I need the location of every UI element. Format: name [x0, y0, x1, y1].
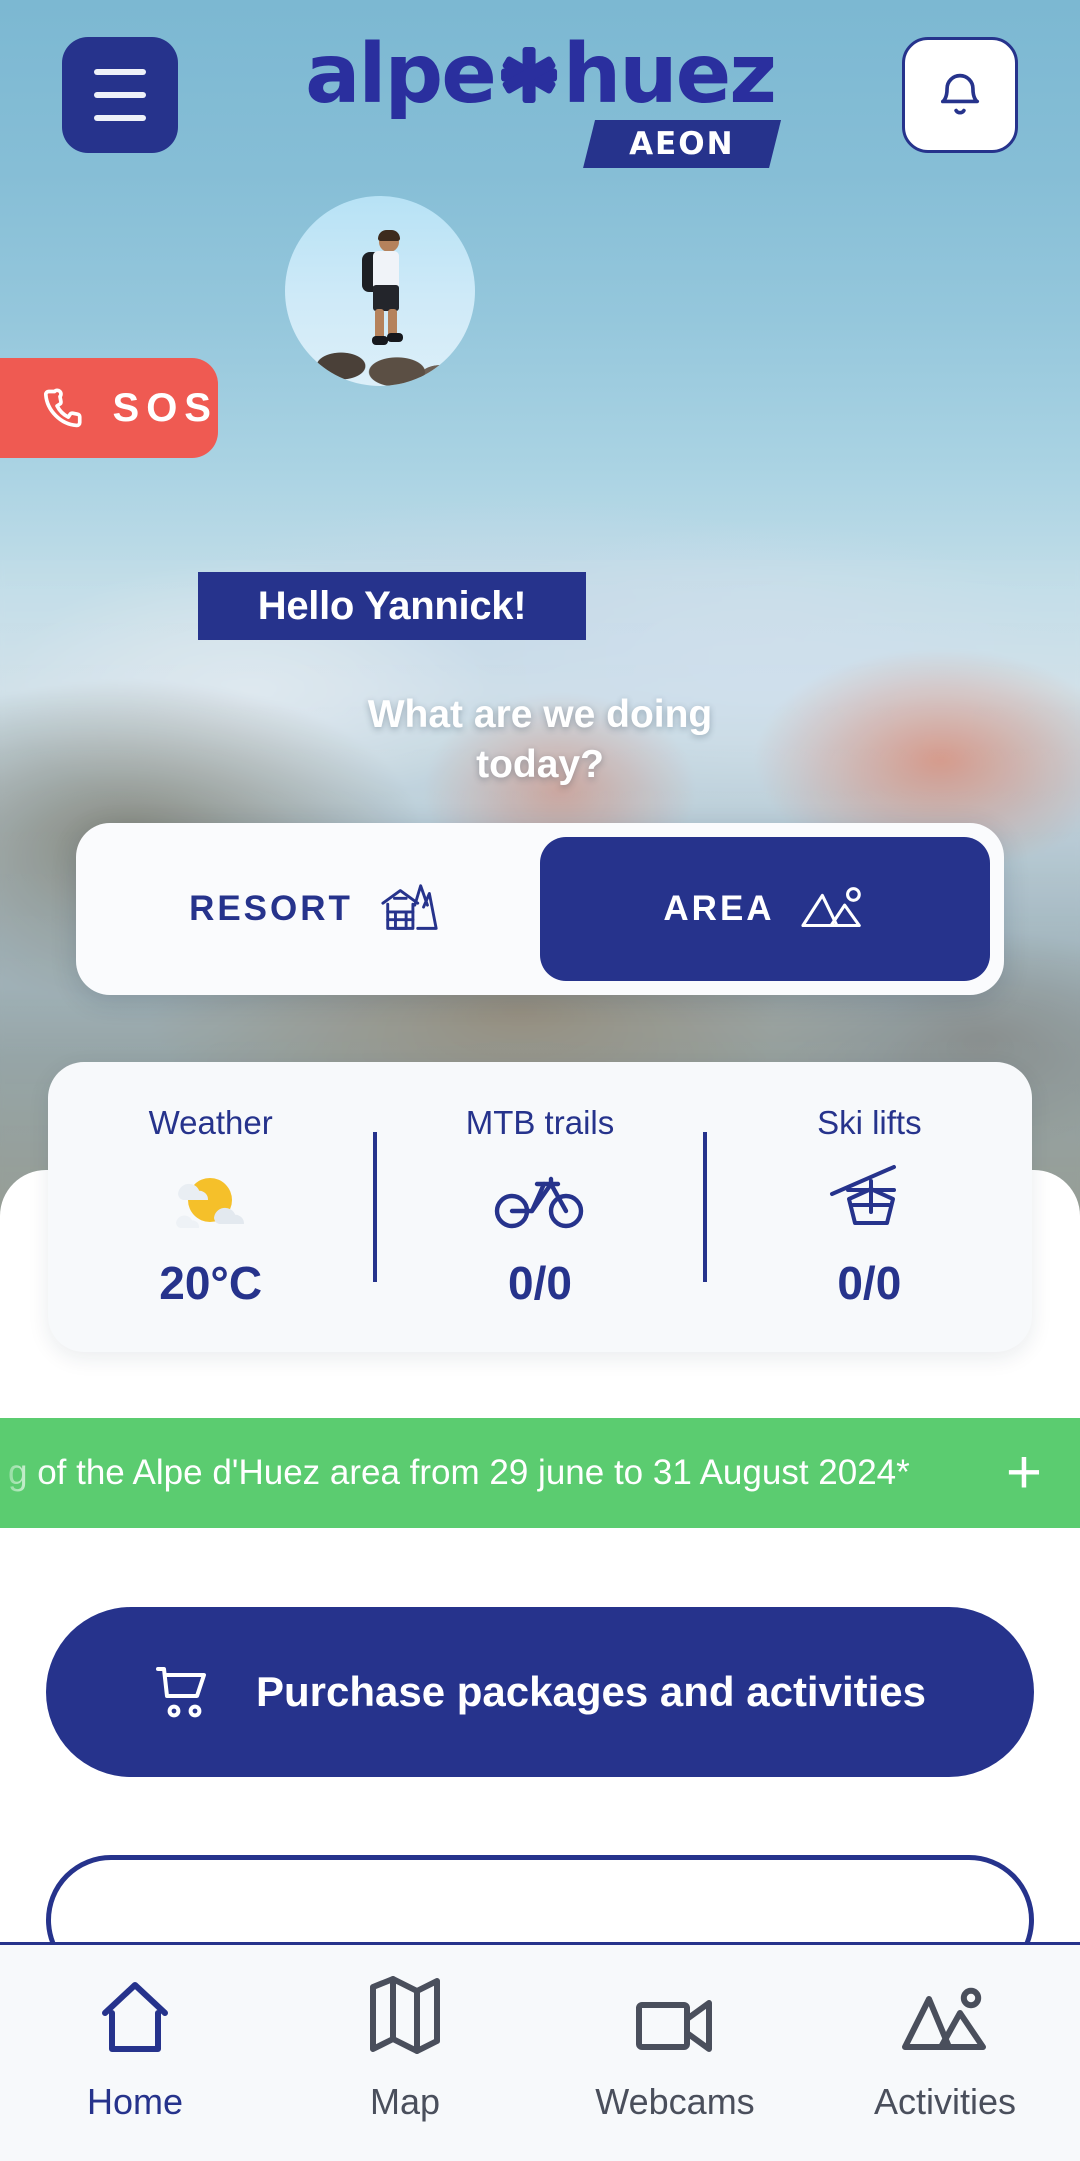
stat-weather-label: Weather — [148, 1104, 273, 1141]
nav-item-activities[interactable]: Activities — [810, 1971, 1080, 2123]
top-bar: alpe huez AEON — [0, 0, 1080, 190]
bicycle-icon — [492, 1162, 588, 1236]
nav-item-home-label: Home — [86, 2081, 184, 2122]
bell-icon — [940, 73, 980, 115]
stat-ski-lifts-label: Ski lifts — [817, 1104, 922, 1141]
segment-resort[interactable]: RESORT — [90, 837, 540, 981]
stat-mtb-value: 0/0 — [508, 1257, 572, 1309]
greeting-banner: Hello Yannick! — [198, 572, 586, 640]
map-icon — [367, 1971, 443, 2057]
info-banner[interactable]: g of the Alpe d'Huez area from 29 june t… — [0, 1418, 1080, 1528]
sun-cloud-icon — [170, 1162, 252, 1236]
home-icon — [93, 1971, 177, 2057]
stat-mtb-label: MTB trails — [465, 1104, 615, 1141]
purchase-button[interactable]: Purchase packages and activities — [46, 1607, 1034, 1777]
video-camera-icon — [633, 1971, 717, 2057]
phone-icon — [43, 388, 82, 428]
bottom-navigation: Home Map Webcams Activities — [0, 1942, 1080, 2161]
hamburger-menu-icon — [94, 92, 146, 98]
logo-badge: AEON — [582, 119, 781, 168]
snowflake-icon — [500, 47, 557, 103]
stat-ski-lifts[interactable]: Ski lifts 0/0 — [707, 1104, 1032, 1310]
resort-area-toggle: RESORT AREA — [76, 823, 1004, 995]
chalet-icon — [381, 884, 438, 930]
question-line-2: today? — [476, 742, 604, 786]
nav-item-map[interactable]: Map — [270, 1971, 540, 2123]
nav-item-webcams-label: Webcams — [595, 2081, 755, 2122]
plus-icon[interactable]: + — [992, 1441, 1056, 1505]
segment-resort-label: RESORT — [189, 889, 353, 928]
nav-item-activities-label: Activities — [873, 2081, 1017, 2122]
nav-item-home[interactable]: Home — [0, 1971, 270, 2123]
stat-ski-lifts-value: 0/0 — [837, 1257, 902, 1309]
avatar[interactable] — [285, 196, 475, 386]
stat-mtb-trails[interactable]: MTB trails 0/0 — [377, 1104, 702, 1310]
greeting-text: Hello Yannick! — [257, 583, 527, 628]
nav-item-map-label: Map — [369, 2081, 441, 2122]
question-line-1: What are we doing — [367, 693, 713, 736]
logo-word-huez: huez — [562, 27, 777, 122]
segment-area[interactable]: AREA — [540, 837, 990, 981]
app-logo[interactable]: alpe huez AEON — [305, 27, 781, 168]
sos-label: SOS — [112, 385, 218, 430]
avatar-hiker — [362, 230, 407, 345]
sos-button[interactable]: SOS — [0, 358, 218, 458]
info-banner-text: g of the Alpe d'Huez area from 29 june t… — [8, 1453, 910, 1492]
gondola-icon — [826, 1162, 912, 1236]
stat-weather[interactable]: Weather 20°C — [48, 1104, 373, 1310]
mountains-icon — [901, 1971, 989, 2057]
logo-badge-label: AEON — [629, 125, 735, 162]
shopping-cart-icon — [155, 1667, 206, 1718]
logo-wordmark: alpe huez — [305, 27, 777, 122]
hamburger-menu-icon — [94, 69, 146, 75]
nav-item-webcams[interactable]: Webcams — [540, 1971, 810, 2123]
conditions-card: Weather 20°C MTB trails 0/0 Ski lifts 0/… — [48, 1062, 1032, 1352]
mountains-icon — [800, 887, 861, 928]
notifications-button[interactable] — [902, 37, 1018, 153]
hamburger-menu-button[interactable] — [62, 37, 178, 153]
hamburger-menu-icon — [94, 115, 146, 121]
stat-weather-value: 20°C — [159, 1257, 263, 1309]
question-text: What are we doing today? — [0, 690, 1080, 790]
logo-word-alpe: alpe — [305, 27, 497, 122]
segment-area-label: AREA — [663, 889, 775, 928]
purchase-button-label: Purchase packages and activities — [255, 1668, 926, 1715]
